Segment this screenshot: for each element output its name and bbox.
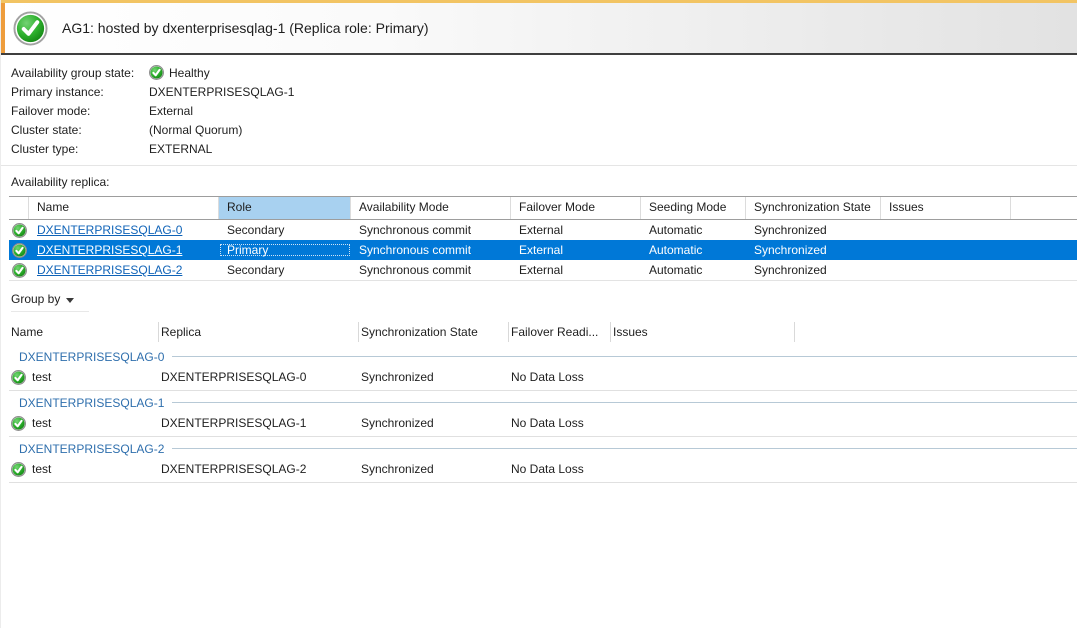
replica-name-link[interactable]: DXENTERPRISESQLAG-1 <box>37 243 182 257</box>
row-divider <box>9 482 1077 483</box>
healthy-check-icon <box>12 223 27 238</box>
replica-availability-mode: Synchronous commit <box>351 263 511 277</box>
healthy-check-icon <box>11 462 26 477</box>
replica-synchronization-state: Synchronized <box>746 243 881 257</box>
group-rule <box>172 402 1077 403</box>
group-name: DXENTERPRISESQLAG-1 <box>9 396 164 410</box>
database-replica: DXENTERPRISESQLAG-0 <box>159 370 359 384</box>
database-row[interactable]: test DXENTERPRISESQLAG-2 Synchronized No… <box>9 456 1077 482</box>
summary-label: Failover mode: <box>11 104 149 118</box>
replica-seeding-mode: Automatic <box>641 223 746 237</box>
database-synchronization-state: Synchronized <box>359 462 509 476</box>
column-header-issues[interactable]: Issues <box>881 197 1011 219</box>
chevron-down-icon <box>66 298 74 303</box>
group-name: DXENTERPRISESQLAG-2 <box>9 442 164 456</box>
database-synchronization-state: Synchronized <box>359 416 509 430</box>
summary-label: Availability group state: <box>11 66 149 80</box>
summary-row: Cluster state: (Normal Quorum) <box>11 120 1077 139</box>
summary-label: Cluster state: <box>11 123 149 137</box>
column-header-filler <box>1011 197 1077 219</box>
group-by-dropdown[interactable]: Group by <box>11 292 89 312</box>
replica-row-selected[interactable]: DXENTERPRISESQLAG-1 Primary Synchronous … <box>9 240 1077 260</box>
replica-seeding-mode: Automatic <box>641 263 746 277</box>
availability-replica-label: Availability replica: <box>11 175 1077 189</box>
summary-row: Cluster type: EXTERNAL <box>11 139 1077 158</box>
replica-row[interactable]: DXENTERPRISESQLAG-0 Secondary Synchronou… <box>9 220 1077 240</box>
column-header-synchronization-state[interactable]: Synchronization State <box>746 197 881 219</box>
healthy-check-icon <box>11 416 26 431</box>
replica-availability-mode: Synchronous commit <box>351 243 511 257</box>
replica-name-link[interactable]: DXENTERPRISESQLAG-2 <box>37 263 182 277</box>
summary-row: Availability group state: Healthy <box>11 63 1077 82</box>
replica-role: Secondary <box>219 223 351 237</box>
group-header: DXENTERPRISESQLAG-1 <box>9 395 1077 410</box>
column-header-status[interactable] <box>9 197 29 219</box>
replica-availability-mode: Synchronous commit <box>351 223 511 237</box>
availability-group-dashboard: AG1: hosted by dxenterprisesqlag-1 (Repl… <box>0 0 1077 628</box>
replica-synchronization-state: Synchronized <box>746 223 881 237</box>
summary-value: DXENTERPRISESQLAG-1 <box>149 85 294 99</box>
column-header-synchronization-state[interactable]: Synchronization State <box>359 322 509 342</box>
database-failover-readiness: No Data Loss <box>509 462 611 476</box>
healthy-check-icon <box>12 243 27 258</box>
healthy-check-icon <box>12 263 27 278</box>
replica-failover-mode: External <box>511 243 641 257</box>
summary-row: Primary instance: DXENTERPRISESQLAG-1 <box>11 82 1077 101</box>
database-name: test <box>32 370 51 384</box>
header-accent-stripe <box>1 3 5 53</box>
group-rule <box>172 448 1077 449</box>
column-header-name[interactable]: Name <box>9 322 159 342</box>
healthy-check-icon <box>149 65 164 80</box>
column-header-availability-mode[interactable]: Availability Mode <box>351 197 511 219</box>
column-header-replica[interactable]: Replica <box>159 322 359 342</box>
database-name: test <box>32 416 51 430</box>
database-table-header: Name Replica Synchronization State Failo… <box>9 318 1077 345</box>
replica-row[interactable]: DXENTERPRISESQLAG-2 Secondary Synchronou… <box>9 260 1077 280</box>
column-header-name[interactable]: Name <box>29 197 219 219</box>
healthy-check-icon <box>11 370 26 385</box>
group-header: DXENTERPRISESQLAG-0 <box>9 349 1077 364</box>
database-row[interactable]: test DXENTERPRISESQLAG-0 Synchronized No… <box>9 364 1077 390</box>
column-header-seeding-mode[interactable]: Seeding Mode <box>641 197 746 219</box>
replica-failover-mode: External <box>511 223 641 237</box>
availability-replica-table: Name Role Availability Mode Failover Mod… <box>9 196 1077 281</box>
page-title: AG1: hosted by dxenterprisesqlag-1 (Repl… <box>62 20 429 36</box>
summary-value: EXTERNAL <box>149 142 212 156</box>
database-replica-table: Name Replica Synchronization State Failo… <box>9 318 1077 483</box>
replica-failover-mode: External <box>511 263 641 277</box>
dashboard-header: AG1: hosted by dxenterprisesqlag-1 (Repl… <box>1 0 1077 55</box>
column-header-failover-mode[interactable]: Failover Mode <box>511 197 641 219</box>
column-header-role[interactable]: Role <box>219 197 351 219</box>
section-divider <box>1 165 1077 166</box>
database-replica: DXENTERPRISESQLAG-1 <box>159 416 359 430</box>
replica-synchronization-state: Synchronized <box>746 263 881 277</box>
summary-row: Failover mode: External <box>11 101 1077 120</box>
column-header-issues[interactable]: Issues <box>611 322 795 342</box>
database-replica: DXENTERPRISESQLAG-2 <box>159 462 359 476</box>
ag-summary-panel: Availability group state: Healthy Primar… <box>1 55 1077 158</box>
database-synchronization-state: Synchronized <box>359 370 509 384</box>
summary-label: Primary instance: <box>11 85 149 99</box>
group-header: DXENTERPRISESQLAG-2 <box>9 441 1077 456</box>
replica-seeding-mode: Automatic <box>641 243 746 257</box>
column-header-failover-readiness[interactable]: Failover Readi... <box>509 322 611 342</box>
group-rule <box>172 356 1077 357</box>
replica-role: Primary <box>219 243 351 257</box>
replica-name-link[interactable]: DXENTERPRISESQLAG-0 <box>37 223 182 237</box>
row-divider <box>9 390 1077 391</box>
database-failover-readiness: No Data Loss <box>509 416 611 430</box>
group-name: DXENTERPRISESQLAG-0 <box>9 350 164 364</box>
row-divider <box>9 436 1077 437</box>
database-failover-readiness: No Data Loss <box>509 370 611 384</box>
replica-role: Secondary <box>219 263 351 277</box>
group-by-label: Group by <box>11 292 60 306</box>
summary-value: (Normal Quorum) <box>149 123 242 137</box>
summary-label: Cluster type: <box>11 142 149 156</box>
database-name: test <box>32 462 51 476</box>
database-row[interactable]: test DXENTERPRISESQLAG-1 Synchronized No… <box>9 410 1077 436</box>
summary-value: External <box>149 104 193 118</box>
summary-value: Healthy <box>169 66 210 80</box>
healthy-check-icon <box>13 11 48 46</box>
replica-table-header: Name Role Availability Mode Failover Mod… <box>9 196 1077 220</box>
